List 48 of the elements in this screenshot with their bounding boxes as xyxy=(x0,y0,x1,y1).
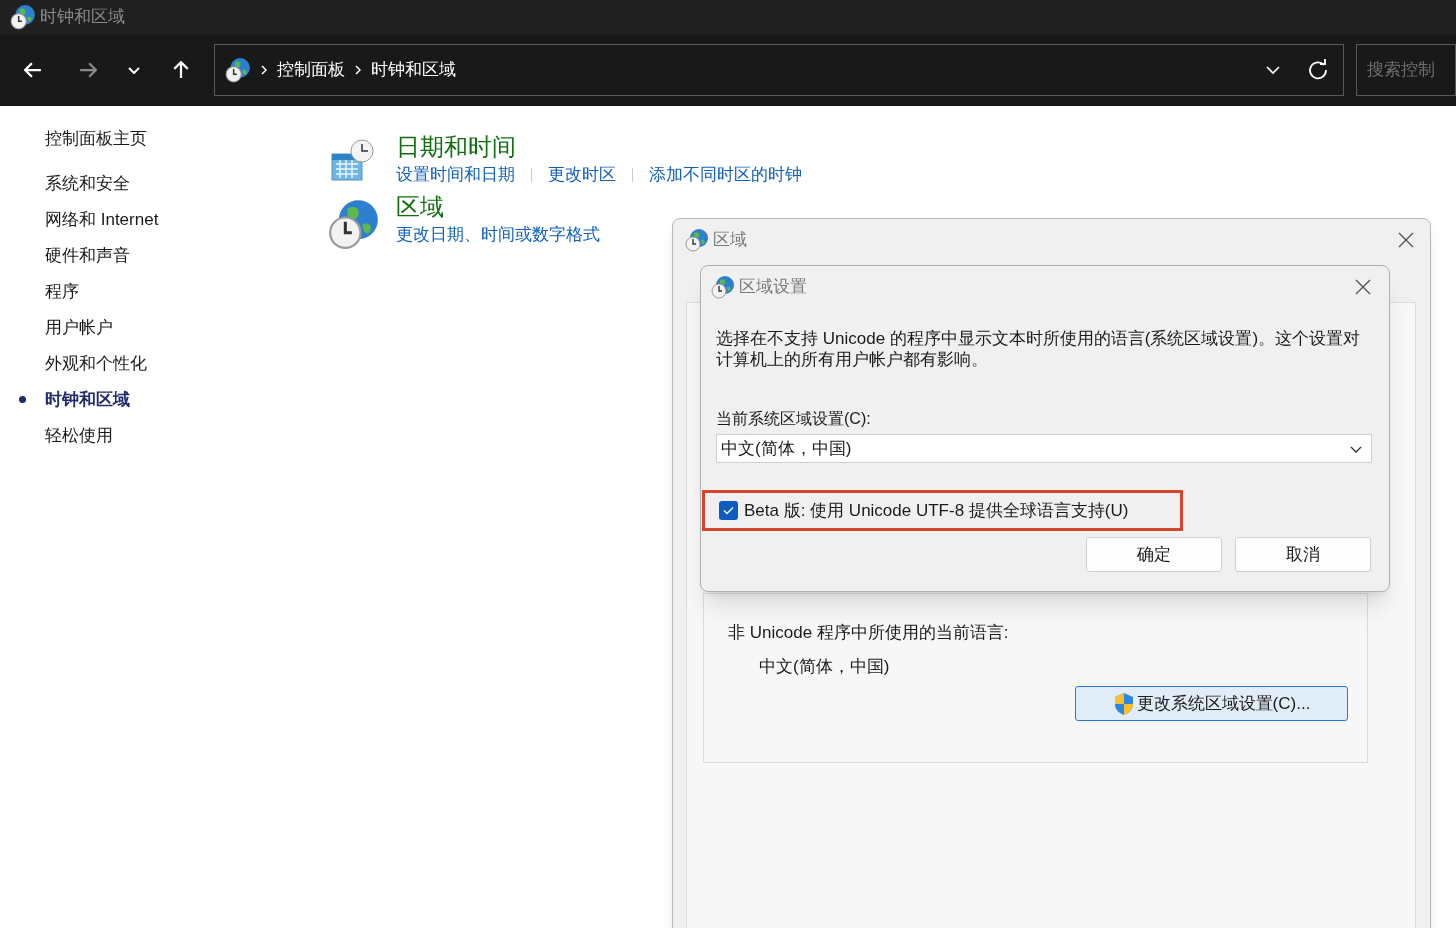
check-icon xyxy=(723,506,734,515)
up-icon xyxy=(173,61,190,79)
search-field[interactable]: 搜索控制 xyxy=(1356,44,1456,96)
close-icon[interactable] xyxy=(1355,279,1371,295)
breadcrumb-item[interactable]: 控制面板 xyxy=(277,57,346,83)
sidebar-link[interactable]: 网络和 Internet xyxy=(45,206,159,233)
dropdown-caret-icon xyxy=(127,66,140,74)
category-title[interactable]: 区域 xyxy=(396,191,600,222)
globe-clock-icon xyxy=(10,4,36,30)
dialog-title: 区域 xyxy=(713,229,747,252)
chevron-icon xyxy=(355,65,362,75)
chevron-icon xyxy=(261,65,268,75)
locale-label: 当前系统区域设置(C): xyxy=(716,409,872,429)
sidebar-link[interactable]: 外观和个性化 xyxy=(45,350,147,377)
locale-dropdown[interactable]: 中文(简体，中国) xyxy=(716,434,1372,463)
sidebar-link[interactable]: 轻松使用 xyxy=(45,422,113,449)
dialog-title: 区域设置 xyxy=(739,276,807,299)
refresh-icon[interactable] xyxy=(1307,59,1330,81)
dialog-button[interactable]: 取消 xyxy=(1235,537,1371,572)
change-locale-button[interactable]: 更改系统区域设置(C)... xyxy=(1075,686,1348,721)
window-title: 时钟和区域 xyxy=(40,6,125,29)
category-link[interactable]: 添加不同时区的时钟 xyxy=(649,162,802,188)
sidebar-link[interactable]: 系统和安全 xyxy=(45,170,130,197)
category-link[interactable]: 设置时间和日期 xyxy=(396,162,515,188)
globe-clock-icon xyxy=(225,57,252,83)
sidebar-link[interactable]: 用户帐户 xyxy=(45,314,113,341)
globe-clock-icon xyxy=(711,275,735,299)
globe-clock-icon xyxy=(685,228,709,252)
breadcrumb-item[interactable]: 时钟和区域 xyxy=(371,57,457,83)
sidebar-link[interactable]: 控制面板主页 xyxy=(45,126,300,152)
checkbox-label[interactable]: Beta 版: 使用 Unicode UTF-8 提供全球语言支持(U) xyxy=(744,497,1129,524)
shield-icon xyxy=(1112,691,1135,716)
close-icon[interactable] xyxy=(1398,232,1414,248)
category-title[interactable]: 日期和时间 xyxy=(396,132,802,162)
checkbox[interactable] xyxy=(719,501,738,520)
back-icon xyxy=(23,62,42,78)
language-value: 中文(简体，中国) xyxy=(759,655,891,678)
dialog-button[interactable]: 确定 xyxy=(1086,537,1222,572)
sidebar-link[interactable]: 时钟和区域 xyxy=(45,386,130,413)
description-text: 选择在不支持 Unicode 的程序中显示文本时所使用的语言(系统区域设置)。这个设置对计算机上的所有用户帐户都有影响。 xyxy=(716,328,1362,370)
globe-clock-icon xyxy=(328,197,380,250)
sidebar-link[interactable]: 程序 xyxy=(45,278,79,305)
language-label: 非 Unicode 程序中所使用的当前语言: xyxy=(728,622,1010,644)
category-link[interactable]: 更改时区 xyxy=(548,162,616,188)
sidebar-link[interactable]: 硬件和声音 xyxy=(45,242,130,269)
category-link[interactable]: 更改日期、时间或数字格式 xyxy=(396,221,600,247)
address-bar[interactable]: 控制面板 时钟和区域 xyxy=(214,44,1345,96)
forward-icon xyxy=(79,62,98,78)
